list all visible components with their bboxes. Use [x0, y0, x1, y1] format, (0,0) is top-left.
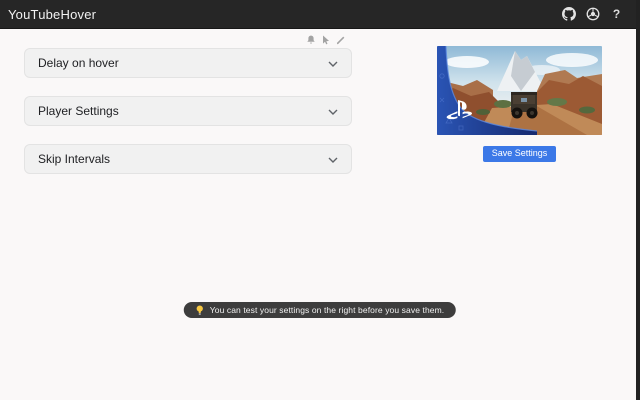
settings-sections: Delay on hover Player Settings Skip Inte… — [24, 48, 352, 192]
webstore-icon[interactable] — [585, 7, 600, 22]
help-icon[interactable]: ? — [609, 7, 624, 22]
chevron-down-icon — [328, 54, 338, 72]
chevron-down-icon — [328, 102, 338, 120]
accordion-skip-intervals[interactable]: Skip Intervals — [24, 144, 352, 174]
accordion-label: Delay on hover — [38, 56, 119, 70]
bell-icon[interactable] — [306, 35, 316, 45]
header: YouTubeHover ? — [0, 0, 640, 29]
accordion-label: Player Settings — [38, 104, 119, 118]
mini-toolbar — [306, 35, 346, 45]
app-title: YouTubeHover — [8, 6, 97, 22]
chevron-down-icon — [328, 150, 338, 168]
github-icon[interactable] — [561, 7, 576, 22]
save-settings-button[interactable]: Save Settings — [482, 146, 557, 162]
preview-panel: Save Settings — [437, 46, 602, 162]
tooltip-text: You can test your settings on the right … — [209, 305, 445, 315]
accordion-label: Skip Intervals — [38, 152, 111, 166]
pencil-icon[interactable] — [336, 35, 346, 45]
video-thumbnail[interactable] — [437, 46, 602, 135]
accordion-player-settings[interactable]: Player Settings — [24, 96, 352, 126]
lightbulb-icon — [196, 305, 204, 316]
screen-edge-strip — [636, 0, 640, 400]
header-icons: ? — [561, 7, 624, 22]
hint-tooltip: You can test your settings on the right … — [183, 302, 457, 318]
accordion-delay-on-hover[interactable]: Delay on hover — [24, 48, 352, 78]
cursor-icon[interactable] — [321, 35, 331, 45]
